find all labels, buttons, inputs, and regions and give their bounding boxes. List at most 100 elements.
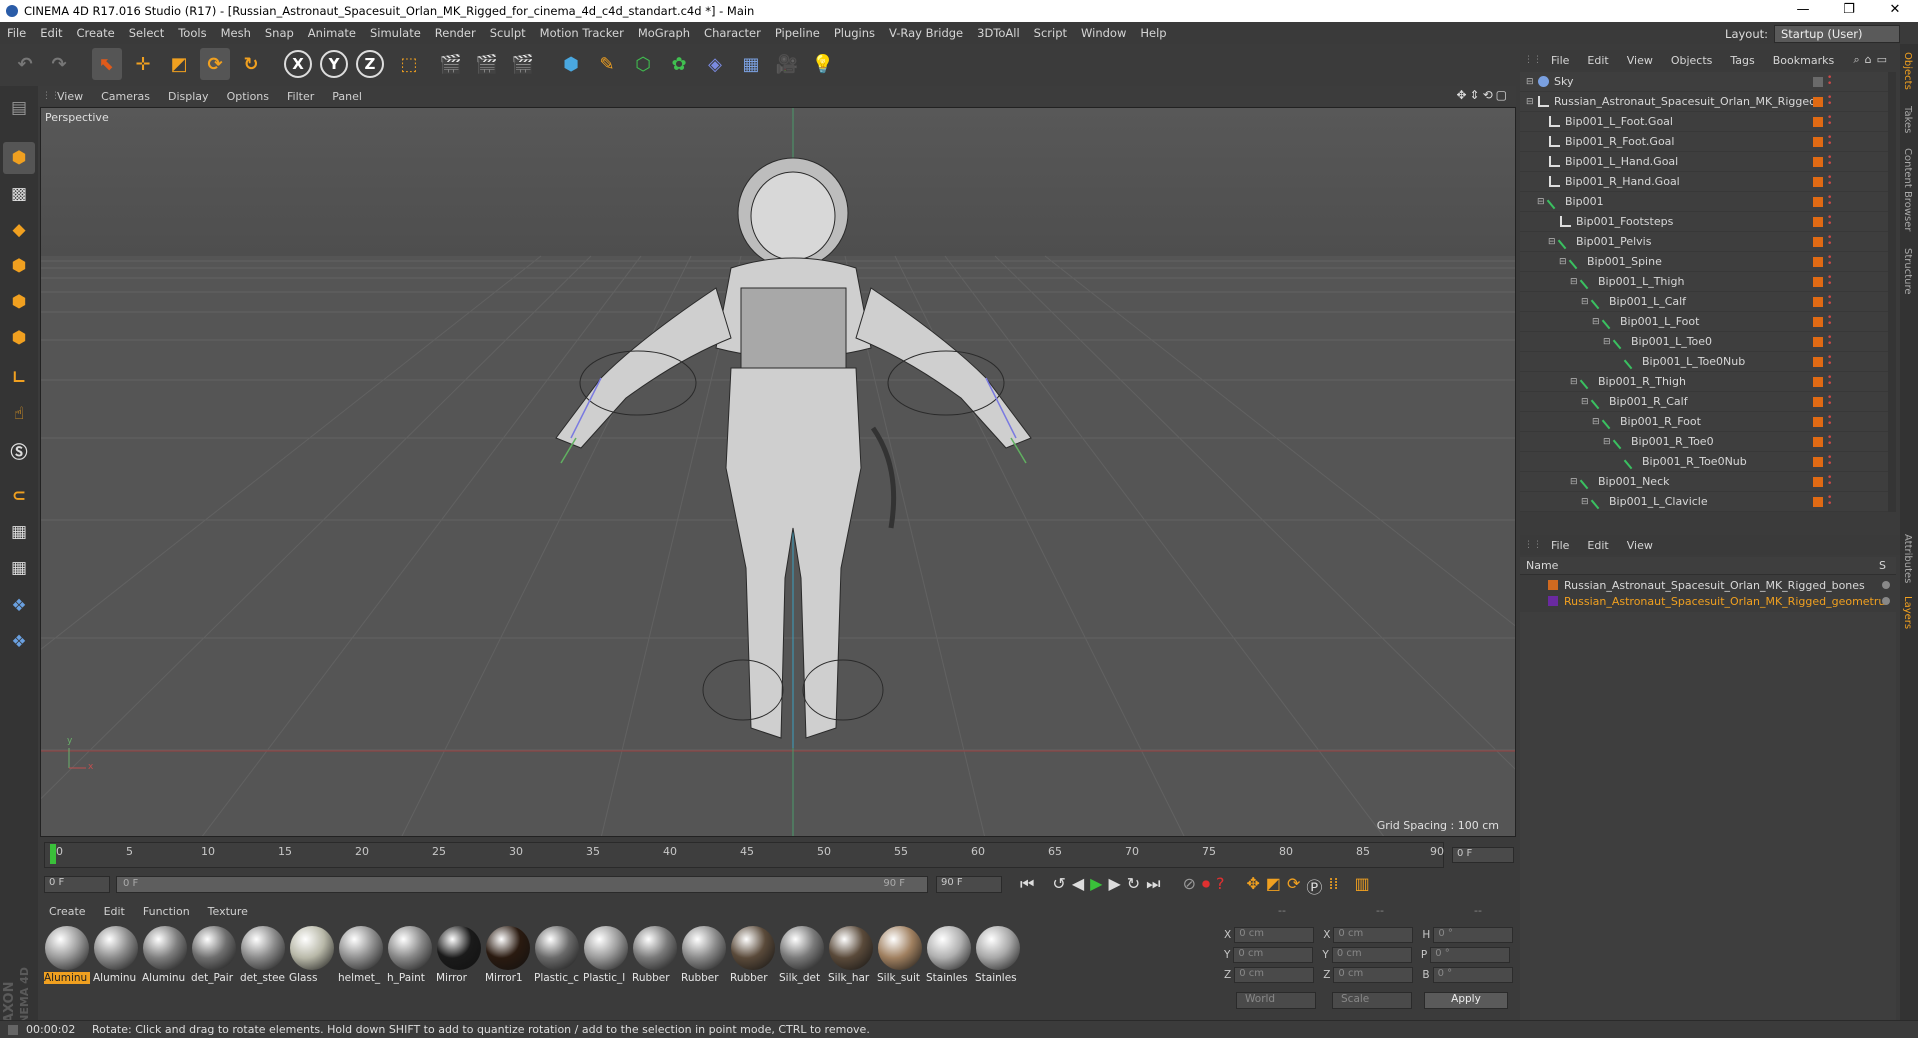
prev-key-icon[interactable]: ↺ — [1052, 874, 1065, 898]
menu-mesh[interactable]: Mesh — [214, 26, 258, 40]
objects-search-icon[interactable]: ⌕⌂▭ — [1853, 53, 1892, 67]
move-tool-icon[interactable]: ✛ — [128, 48, 158, 80]
layer-tag-icon[interactable] — [1813, 277, 1823, 287]
object-row[interactable]: Bip001_L_Hand.Goal • • — [1520, 152, 1896, 172]
material-item[interactable]: Glass — [289, 926, 335, 990]
object-row[interactable]: ⊟ Bip001 • • — [1520, 192, 1896, 212]
tab-layers[interactable]: Layers — [1902, 596, 1913, 629]
undo-icon[interactable]: ↶ — [10, 48, 40, 80]
timeline-window-icon[interactable]: ▥ — [1355, 874, 1370, 898]
visibility-dots-icon[interactable]: • • — [1827, 174, 1833, 189]
tweak-mode-icon[interactable]: ☝ — [3, 398, 35, 430]
menu-file[interactable]: File — [0, 26, 33, 40]
end-frame-field[interactable]: 90 F — [936, 876, 1002, 893]
apply-button[interactable]: Apply — [1424, 992, 1508, 1009]
objects-menu-tags[interactable]: Tags — [1721, 54, 1763, 67]
objects-menu-file[interactable]: File — [1542, 54, 1578, 67]
objects-menu-view[interactable]: View — [1618, 54, 1662, 67]
key-scale-icon[interactable]: ◩ — [1266, 874, 1281, 898]
material-item[interactable]: Silk_har — [828, 926, 874, 990]
key-pla-icon[interactable]: ⁞⁞ — [1328, 874, 1338, 898]
layer-tag-icon[interactable] — [1813, 217, 1823, 227]
object-row[interactable]: ⊟ Bip001_L_Thigh • • — [1520, 272, 1896, 292]
position-z-field[interactable]: 0 cm — [1234, 966, 1315, 983]
menu-create[interactable]: Create — [70, 26, 122, 40]
layer-dot-icon[interactable] — [1882, 581, 1890, 589]
viewport-menu-display[interactable]: Display — [159, 90, 218, 103]
size-x-field[interactable]: 0 cm — [1333, 926, 1414, 943]
menu-character[interactable]: Character — [697, 26, 768, 40]
visibility-dots-icon[interactable]: • • — [1827, 214, 1833, 229]
points-mode-icon[interactable]: ⬢ — [3, 250, 35, 282]
coordinate-system-icon[interactable]: ⬚ — [394, 48, 424, 80]
expand-toggle-icon[interactable]: ⊟ — [1526, 97, 1538, 107]
material-item[interactable]: Silk_suit — [877, 926, 923, 990]
menu-motion-tracker[interactable]: Motion Tracker — [533, 26, 631, 40]
position-x-field[interactable]: 0 cm — [1234, 926, 1315, 943]
live-selection-icon[interactable]: ⬉ — [92, 48, 122, 80]
layer-tag-icon[interactable] — [1813, 437, 1823, 447]
world-dropdown[interactable]: World — [1236, 992, 1316, 1009]
material-item[interactable]: Plastic_l — [583, 926, 629, 990]
menu-vray-bridge[interactable]: V-Ray Bridge — [882, 26, 970, 40]
goto-start-icon[interactable]: ⏮ — [1020, 874, 1034, 898]
visibility-dots-icon[interactable]: • • — [1827, 74, 1833, 89]
material-item[interactable]: Aluminu — [44, 926, 90, 990]
layer-tag-icon[interactable] — [1813, 397, 1823, 407]
visibility-dots-icon[interactable]: • • — [1827, 454, 1833, 469]
material-item[interactable]: Mirror1 — [485, 926, 531, 990]
material-item[interactable]: Rubber — [730, 926, 776, 990]
visibility-dots-icon[interactable]: • • — [1827, 274, 1833, 289]
material-item[interactable]: Mirror — [436, 926, 482, 990]
polygons-mode-icon[interactable]: ⬢ — [3, 322, 35, 354]
workplane-lock-icon[interactable]: ▦ — [3, 516, 35, 548]
menu-window[interactable]: Window — [1074, 26, 1133, 40]
cube-object-icon[interactable]: ⬢ — [556, 48, 586, 80]
menu-animate[interactable]: Animate — [301, 26, 363, 40]
menu-simulate[interactable]: Simulate — [363, 26, 428, 40]
layer-tag-icon[interactable] — [1813, 457, 1823, 467]
material-menu-create[interactable]: Create — [40, 905, 95, 918]
object-row[interactable]: Bip001_L_Foot.Goal • • — [1520, 112, 1896, 132]
material-item[interactable]: Rubber — [681, 926, 727, 990]
menu-edit[interactable]: Edit — [33, 26, 69, 40]
scale-tool-icon[interactable]: ◩ — [164, 48, 194, 80]
key-rotation-icon[interactable]: ⟳ — [1287, 874, 1300, 898]
object-row[interactable]: ⊟ Russian_Astronaut_Spacesuit_Orlan_MK_Ri… — [1520, 92, 1896, 112]
layer-tag-icon[interactable] — [1813, 137, 1823, 147]
workplane-mode-icon[interactable]: ◆ — [3, 214, 35, 246]
visibility-dots-icon[interactable]: • • — [1827, 94, 1833, 109]
size-z-field[interactable]: 0 cm — [1333, 966, 1414, 983]
play-icon[interactable]: ▶ — [1090, 874, 1102, 898]
rotation-b-field[interactable]: 0 ° — [1432, 966, 1513, 983]
visibility-dots-icon[interactable]: • • — [1827, 314, 1833, 329]
make-editable-icon[interactable]: ▤ — [3, 92, 35, 124]
deformer-icon[interactable]: ◈ — [700, 48, 730, 80]
object-row[interactable]: ⊟ Bip001_R_Foot • • — [1520, 412, 1896, 432]
menu-mograph[interactable]: MoGraph — [631, 26, 697, 40]
layer-row-bones[interactable]: Russian_Astronaut_Spacesuit_Orlan_MK_Rig… — [1520, 577, 1896, 593]
render-picture-viewer-icon[interactable]: 🎬 — [472, 48, 502, 80]
layer-tag-icon[interactable] — [1813, 497, 1823, 507]
tab-structure[interactable]: Structure — [1902, 248, 1913, 295]
menu-pipeline[interactable]: Pipeline — [768, 26, 827, 40]
visibility-dots-icon[interactable]: • • — [1827, 374, 1833, 389]
next-key-icon[interactable]: ↻ — [1127, 874, 1140, 898]
layer-tag-icon[interactable] — [1813, 357, 1823, 367]
camera-icon[interactable]: 🎥 — [772, 48, 802, 80]
viewport-menu-filter[interactable]: Filter — [278, 90, 323, 103]
objects-menu-objects[interactable]: Objects — [1662, 54, 1722, 67]
menu-plugins[interactable]: Plugins — [827, 26, 882, 40]
axis-y-lock-button[interactable]: Y — [320, 50, 348, 78]
key-position-icon[interactable]: ✥ — [1246, 874, 1259, 898]
size-y-field[interactable]: 0 cm — [1331, 946, 1412, 963]
object-row[interactable]: Bip001_R_Toe0Nub • • — [1520, 452, 1896, 472]
material-item[interactable]: det_Pair — [191, 926, 237, 990]
visibility-dots-icon[interactable]: • • — [1827, 414, 1833, 429]
visibility-dots-icon[interactable]: • • — [1827, 254, 1833, 269]
layout-dropdown[interactable]: Startup (User) — [1774, 25, 1900, 43]
object-row[interactable]: ⊟ Bip001_Neck • • — [1520, 472, 1896, 492]
menu-help[interactable]: Help — [1133, 26, 1173, 40]
restore-button[interactable]: ❐ — [1826, 0, 1872, 22]
menu-script[interactable]: Script — [1027, 26, 1074, 40]
